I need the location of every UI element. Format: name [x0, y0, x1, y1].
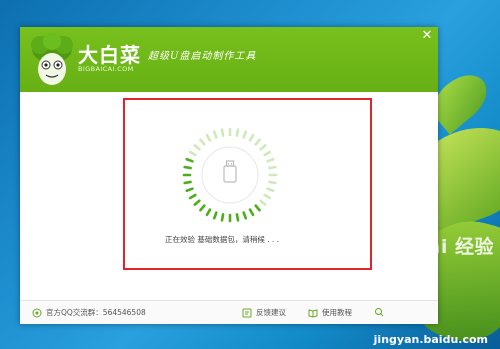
- spinner-tick: [266, 187, 275, 193]
- spinner-tick: [188, 150, 197, 157]
- cabbage-mascot-icon: [31, 33, 73, 85]
- spinner-tick: [183, 165, 192, 170]
- spinner-tick: [259, 199, 267, 206]
- spinner-tick: [263, 150, 272, 157]
- spinner-tick: [242, 211, 248, 220]
- spinner-tick: [235, 213, 240, 222]
- spinner-tick: [205, 133, 212, 142]
- spinner-tick: [220, 213, 225, 222]
- tutorial-link[interactable]: 使用教程: [308, 307, 352, 318]
- highlight-box: 正在效验 基础数据包，请稍候 . . .: [123, 98, 372, 270]
- spinner-tick: [254, 204, 261, 212]
- spinner-tick: [199, 204, 206, 212]
- app-footer: 官方QQ交流群：564546508 反馈建议 使用教程: [20, 300, 438, 324]
- brand-name: 大白菜: [78, 43, 141, 67]
- spinner-tick: [188, 193, 197, 200]
- spinner-tick: [268, 180, 277, 185]
- spinner-tick: [212, 130, 218, 139]
- loading-spinner: [182, 127, 278, 223]
- brand-domain: BIGBAICAI.COM: [78, 65, 134, 73]
- feedback-icon: [242, 308, 252, 317]
- spinner-tick: [259, 144, 267, 151]
- app-window: 大白菜 BIGBAICAI.COM 超级U盘启动制作工具 ✕ 正在效验 基础数据…: [20, 27, 438, 324]
- spinner-tick: [193, 144, 201, 151]
- spinner-tick: [235, 128, 240, 137]
- spinner-tick: [220, 128, 225, 137]
- spinner-tick: [199, 138, 206, 146]
- feedback-label: 反馈建议: [256, 308, 286, 317]
- spinner-tick: [248, 208, 255, 217]
- spinner-tick: [183, 180, 192, 185]
- spinner-tick: [242, 130, 248, 139]
- footer-extra-link[interactable]: [374, 307, 384, 317]
- search-icon: [375, 308, 384, 317]
- spinner-tick: [212, 211, 218, 220]
- feedback-link[interactable]: 反馈建议: [242, 307, 286, 318]
- app-header: 大白菜 BIGBAICAI.COM 超级U盘启动制作工具 ✕: [20, 27, 438, 92]
- spinner-tick: [205, 208, 212, 217]
- spinner-tick: [248, 133, 255, 142]
- qq-group-info: 官方QQ交流群：564546508: [32, 307, 146, 318]
- usb-drive-icon: [223, 160, 237, 183]
- spinner-tick: [263, 193, 272, 200]
- app-body: 正在效验 基础数据包，请稍候 . . .: [20, 92, 438, 300]
- spinner-tick: [268, 165, 277, 170]
- qq-group-label: 官方QQ交流群：564546508: [46, 308, 146, 317]
- brand-slogan: 超级U盘启动制作工具: [148, 51, 257, 62]
- spinner-tick: [185, 187, 194, 193]
- tutorial-label: 使用教程: [322, 308, 352, 317]
- qq-icon: [32, 308, 42, 317]
- spinner-tick: [193, 199, 201, 206]
- book-icon: [308, 308, 318, 318]
- close-button[interactable]: ✕: [420, 29, 434, 43]
- baidu-watermark-url: jingyan.baidu.com: [373, 333, 488, 346]
- spinner-tick: [266, 157, 275, 163]
- spinner-tick: [254, 138, 261, 146]
- spinner-tick: [185, 157, 194, 163]
- status-text: 正在效验 基础数据包，请稍候 . . .: [165, 235, 280, 244]
